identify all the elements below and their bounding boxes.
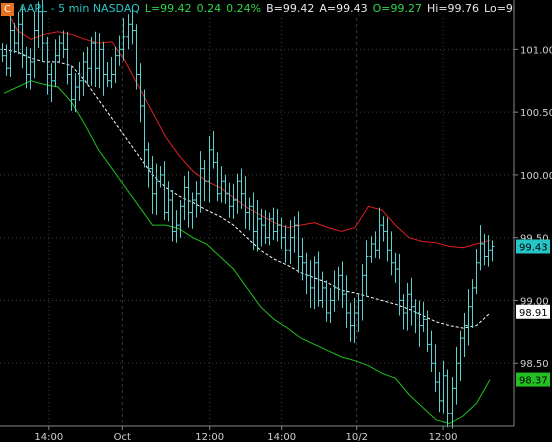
bollinger-bands: [3, 5, 491, 425]
bid-price: B=99.42: [266, 2, 315, 15]
x-tick-label: 10/2: [345, 432, 367, 442]
mid-band-line: [3, 48, 491, 329]
chart-context-icon[interactable]: C: [1, 2, 14, 16]
open-price: O=99.27: [372, 2, 422, 15]
low-price: Lo=98.04: [484, 2, 514, 15]
x-tick-label: 12:00: [429, 432, 458, 442]
mid-band-tag: 98.91: [519, 308, 548, 319]
price-bars: [0, 0, 495, 429]
symbol-label: AAPL - 5 min NASDAQ: [19, 2, 140, 15]
change-percent: 0.24%: [226, 2, 262, 15]
x-tick-label: 14:00: [34, 432, 63, 442]
quote-header: C AAPL - 5 min NASDAQ L=99.42 0.24 0.24% B=99…: [0, 1, 514, 17]
lower-band-line: [3, 80, 491, 425]
y-tick-label: 101.00: [520, 45, 552, 56]
price-chart[interactable]: 101.00100.50100.0099.5099.0098.5014:00 Oc…: [0, 0, 552, 442]
chart-panel[interactable]: 101.00 100.50 100.00 99.50 99.00 98.50 14:00 Oc…: [0, 0, 552, 442]
chart-axes: 101.00100.50100.0099.5099.0098.5014:00 Oc…: [0, 0, 552, 442]
x-tick-label: Oct: [114, 432, 131, 442]
last-price: L=99.42: [144, 2, 192, 15]
x-tick-label: 14:00: [267, 432, 296, 442]
y-tick-label: 98.50: [520, 359, 549, 370]
high-price: Hi=99.76: [427, 2, 480, 15]
change-value: 0.24: [196, 2, 222, 15]
upper-band-line: [3, 5, 491, 249]
ask-price: A=99.43: [319, 2, 368, 15]
last-price-tag: 99.43: [519, 242, 548, 253]
y-tick-label: 100.50: [520, 108, 552, 119]
x-tick-label: 12:00: [195, 432, 224, 442]
y-tick-label: 100.00: [520, 171, 552, 182]
lower-band-tag: 98.37: [519, 376, 548, 387]
